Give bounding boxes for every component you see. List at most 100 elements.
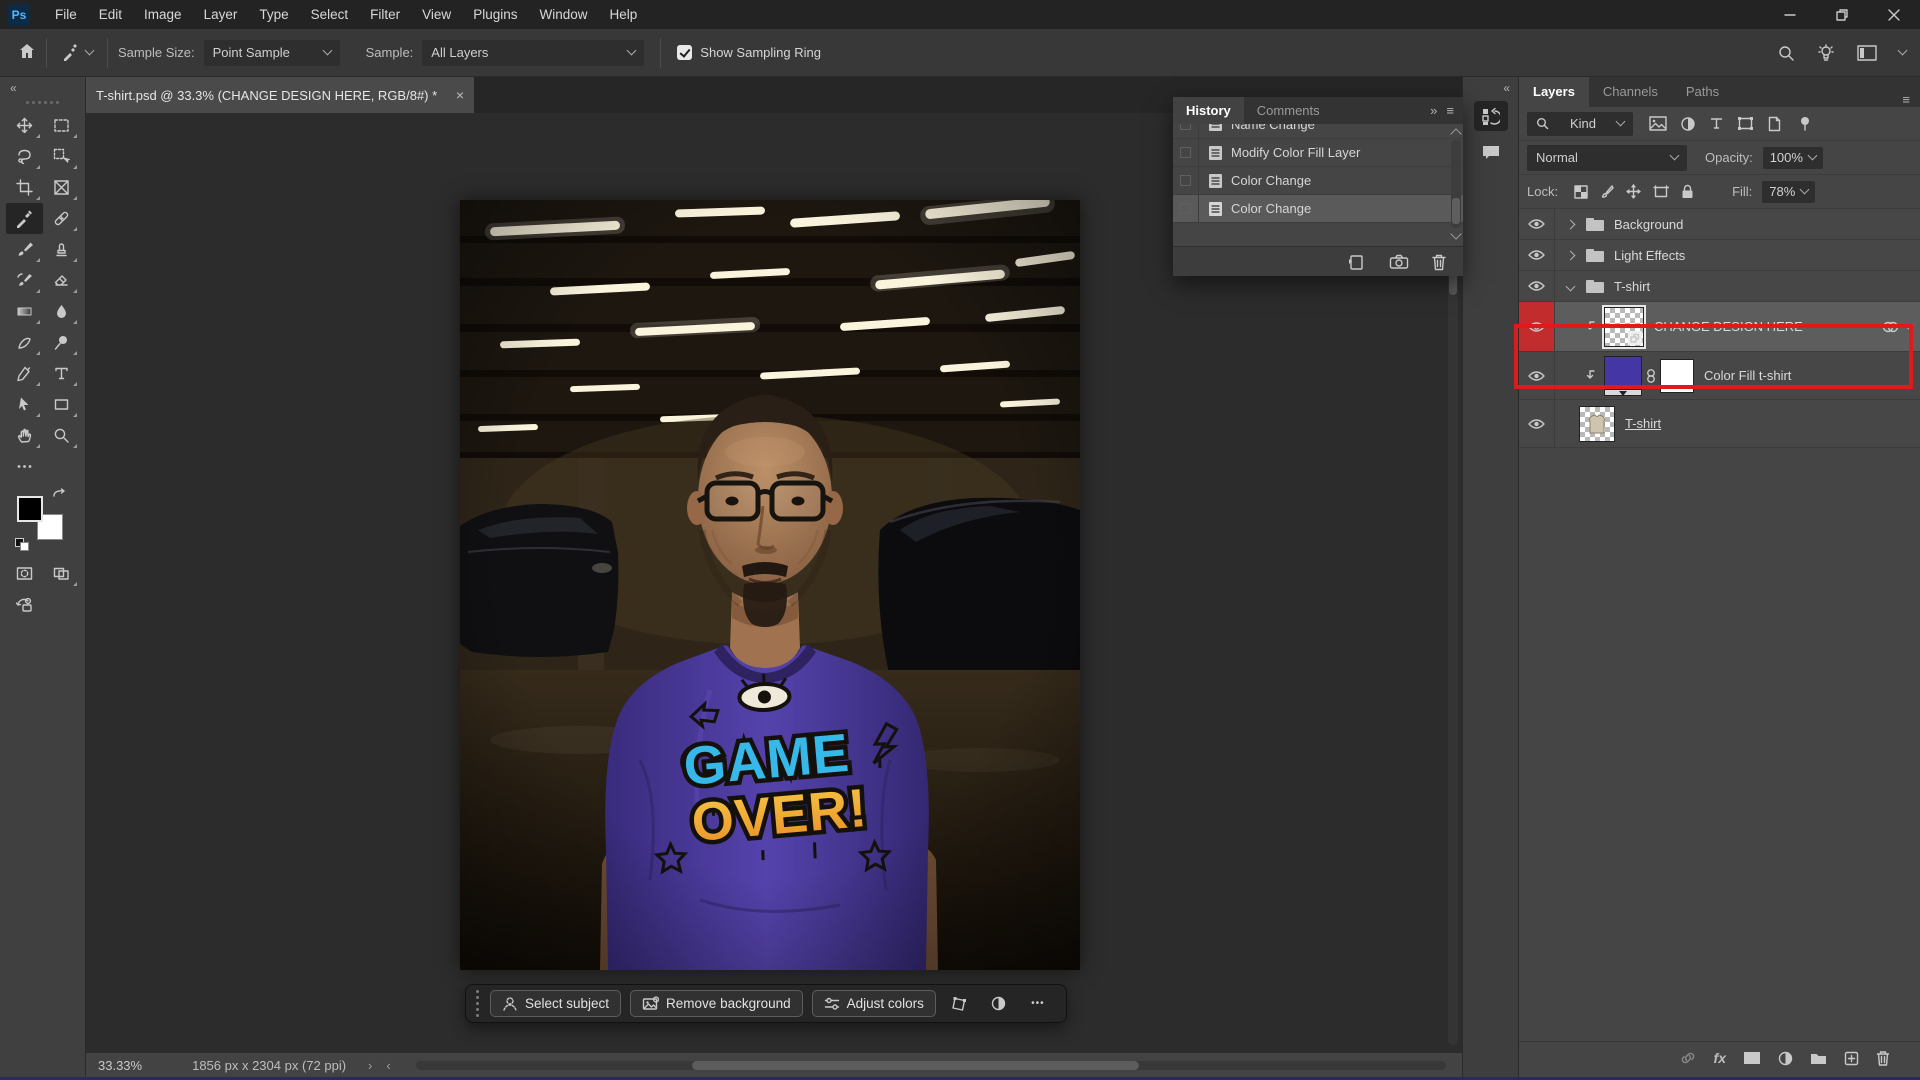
workspace-switcher-icon[interactable] [1857,45,1877,61]
layer-row-color-fill-tshirt[interactable]: Color Fill t-shirt [1519,352,1920,400]
zoom-tool[interactable] [43,420,80,451]
taskbar-drag-handle[interactable] [476,990,479,1017]
filter-toggle-icon[interactable] [1799,116,1811,132]
home-button[interactable] [18,42,36,63]
lock-pixels-brush-icon[interactable] [1600,185,1614,199]
mask-link-icon[interactable] [1645,368,1657,384]
transform-button[interactable] [945,990,975,1017]
menu-view[interactable]: View [411,0,462,29]
canvas-horizontal-scrollbar[interactable] [416,1061,1446,1070]
quick-mask-button[interactable] [6,558,43,589]
history-panel-icon[interactable] [1474,101,1508,131]
history-state-selected[interactable]: Color Change [1173,195,1463,223]
opacity-field[interactable]: 100% [1763,147,1823,169]
smart-object-thumbnail[interactable] [1604,307,1644,347]
layers-panel-menu-icon[interactable]: ≡ [1902,92,1920,107]
path-selection-tool[interactable] [6,389,43,420]
history-state-partial[interactable]: Name Change [1173,124,1463,139]
restore-button[interactable] [1816,0,1868,29]
color-fill-thumbnail[interactable] [1604,356,1642,390]
menu-filter[interactable]: Filter [359,0,411,29]
history-source-well[interactable] [1173,139,1199,166]
history-scroll-thumb[interactable] [1452,198,1460,224]
scroll-up-icon[interactable] [1450,128,1461,139]
layer-effects-fx-icon[interactable]: fx [1714,1050,1726,1066]
edit-toolbar-ellipsis[interactable] [6,451,43,482]
smudge-tool[interactable] [6,327,43,358]
filter-pixel-layers-icon[interactable] [1649,116,1667,131]
history-source-well[interactable] [1173,195,1199,222]
linked-smart-object-icon[interactable] [1881,320,1899,334]
layer-row-change-design-here[interactable]: CHANGE DESIGN HERE [1519,302,1920,352]
history-panel-menu-icon[interactable]: ≡ [1446,103,1454,118]
history-state[interactable]: Color Change [1173,167,1463,195]
workspace-chevron-icon[interactable] [1898,46,1908,56]
tools-collapse-icon[interactable]: « [0,77,85,95]
search-icon[interactable] [1777,44,1795,62]
dock-collapse-icon[interactable]: « [1463,77,1518,95]
lasso-tool[interactable] [6,141,43,172]
default-colors-icon[interactable] [15,538,31,552]
tab-close-icon[interactable]: × [456,87,464,103]
visibility-toggle[interactable] [1519,271,1555,301]
show-sampling-ring-checkbox[interactable] [677,45,692,60]
history-brush-tool[interactable] [6,265,43,296]
crop-tool[interactable] [6,172,43,203]
filter-type-layers-icon[interactable] [1709,116,1724,131]
tool-preset-chevron-icon[interactable] [85,46,95,56]
visibility-toggle[interactable] [1519,352,1555,399]
discover-lightbulb-icon[interactable] [1817,44,1835,62]
select-subject-button[interactable]: Select subject [490,990,621,1017]
pen-tool[interactable] [6,358,43,389]
menu-file[interactable]: File [44,0,88,29]
brush-tool[interactable] [6,234,43,265]
lock-transparency-icon[interactable] [1574,185,1588,199]
panel-overflow-icon[interactable]: » [1430,103,1437,118]
menu-edit[interactable]: Edit [88,0,133,29]
menu-select[interactable]: Select [300,0,360,29]
sample-dropdown[interactable]: All Layers [422,40,644,66]
scroll-down-icon[interactable] [1450,228,1461,239]
filter-adjustment-layers-icon[interactable] [1680,116,1696,132]
fill-field[interactable]: 78% [1762,181,1815,203]
layer-row-tshirt-group[interactable]: T-shirt [1519,271,1920,302]
type-tool[interactable] [43,358,80,389]
tab-channels[interactable]: Channels [1589,77,1672,107]
tab-paths[interactable]: Paths [1672,77,1733,107]
eyedropper-tool[interactable] [6,203,43,234]
zoom-level[interactable]: 33.33% [98,1058,142,1073]
new-document-from-state-icon[interactable] [1347,253,1367,271]
link-layers-icon[interactable] [1679,1051,1697,1065]
lock-position-icon[interactable] [1626,184,1641,199]
menu-plugins[interactable]: Plugins [462,0,528,29]
tab-history[interactable]: History [1173,97,1244,124]
layer-row-background-group[interactable]: Background [1519,209,1920,240]
generative-ai-button[interactable] [6,589,43,620]
history-source-well[interactable] [1173,167,1199,194]
taskbar-more-button[interactable]: ••• [1023,990,1053,1017]
healing-brush-tool[interactable] [43,203,80,234]
clone-stamp-tool[interactable] [43,234,80,265]
visibility-toggle[interactable] [1519,240,1555,270]
filter-shape-layers-icon[interactable] [1737,116,1754,131]
menu-image[interactable]: Image [133,0,193,29]
swap-colors-icon[interactable] [51,486,69,502]
history-state[interactable]: Modify Color Fill Layer [1173,139,1463,167]
gradient-tool[interactable] [6,296,43,327]
adjustment-preset-button[interactable] [984,990,1014,1017]
layer-row-tshirt-base[interactable]: T-shirt [1519,400,1920,448]
new-snapshot-camera-icon[interactable] [1389,253,1409,270]
blur-tool[interactable] [43,296,80,327]
adjust-colors-button[interactable]: Adjust colors [812,990,936,1017]
tab-layers[interactable]: Layers [1519,77,1589,107]
status-prev-icon[interactable]: ‹ [386,1058,390,1073]
hand-tool[interactable] [6,420,43,451]
add-layer-mask-icon[interactable] [1743,1051,1761,1065]
move-tool[interactable] [6,110,43,141]
filter-smart-objects-icon[interactable] [1767,116,1782,132]
dodge-tool[interactable] [43,327,80,358]
comments-panel-icon[interactable] [1474,137,1508,167]
delete-state-trash-icon[interactable] [1431,253,1447,271]
filter-kind-dropdown[interactable]: Kind [1527,112,1633,136]
current-tool-eyedropper[interactable] [61,43,93,62]
